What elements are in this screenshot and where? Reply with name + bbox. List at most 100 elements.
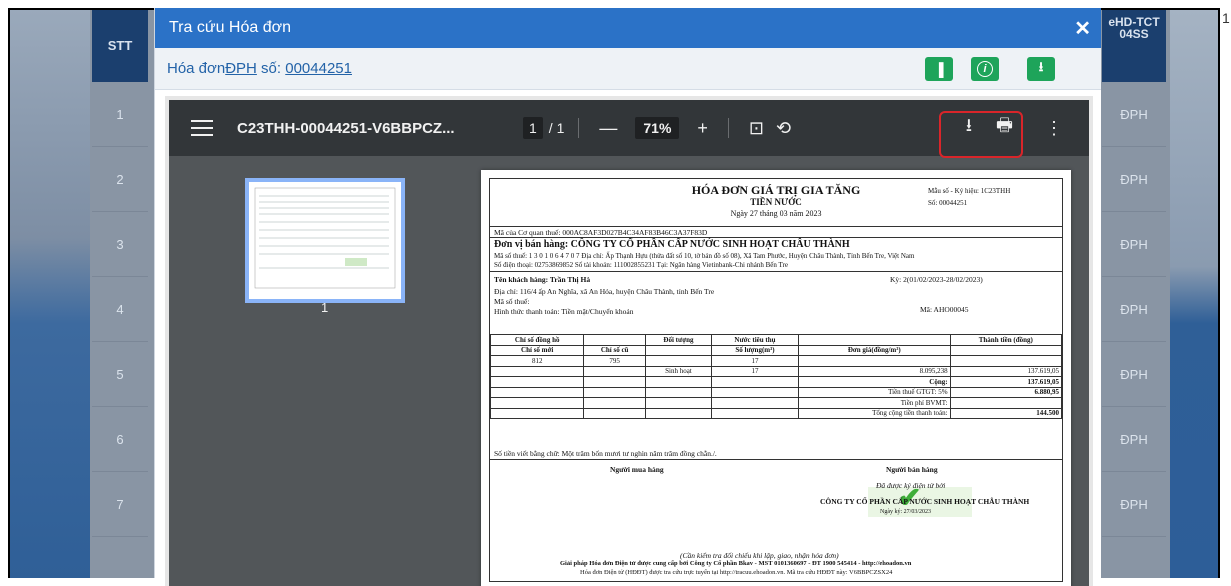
invoice-number-link[interactable]: 00044251 xyxy=(285,60,352,77)
signed-by: Đã được ký điện tử bởi xyxy=(876,481,946,490)
door-icon: ▐ xyxy=(934,61,944,77)
table-row-number: 3 xyxy=(92,212,148,277)
table-cell xyxy=(710,386,799,398)
divider xyxy=(490,459,1062,460)
toolbar-divider xyxy=(727,118,729,138)
footer-lookup: Hóa đơn Điện tử (HĐĐT) được tra cứu trực… xyxy=(580,569,893,576)
invoice-document: HÓA ĐƠN GIÁ TRỊ GIA TĂNG TIỀN NƯỚC Ngày … xyxy=(489,178,1063,582)
table-cell xyxy=(644,376,712,388)
bg-left-panel xyxy=(10,10,90,578)
subtitle-mid: số: xyxy=(256,60,286,77)
invoice-subtitle: TIỀN NƯỚC xyxy=(750,197,802,207)
buyer-tax: Mã số thuế: xyxy=(494,297,530,306)
buyer-address: Địa chỉ: 116/4 ấp An Nghĩa, xã An Hóa, h… xyxy=(494,287,715,296)
table-cell: Chỉ số mới xyxy=(489,344,585,356)
fit-page-icon[interactable]: ⊡ xyxy=(749,118,764,139)
table-cell: 812 xyxy=(489,355,585,367)
table-cell: Cộng: xyxy=(797,376,951,388)
invoice-form-code: Mẫu số - Ký hiệu: 1C23THH xyxy=(928,187,1011,195)
status-cell: ĐPH xyxy=(1102,277,1166,342)
table-cell: Thành tiền (đồng) xyxy=(949,334,1063,346)
table-cell xyxy=(583,397,646,409)
modal-header: Tra cứu Hóa đơn ✕ xyxy=(155,8,1101,48)
close-icon[interactable]: ✕ xyxy=(1074,16,1091,41)
divider xyxy=(490,237,1062,238)
signed-date: Ngày ký: 27/03/2023 xyxy=(880,509,931,515)
table-row: Tiền thuế GTGT: 5% 6.880,95 xyxy=(489,386,1063,398)
footer-note: (Cần kiểm tra đối chiếu khi lập, giao, n… xyxy=(680,551,839,560)
invoice-lookup-modal: Tra cứu Hóa đơn ✕ Hóa đơn ĐPH số: 000442… xyxy=(154,8,1101,586)
invoice-subtitle-bar: Hóa đơn ĐPH số: 00044251 ▐ i ⭳ xyxy=(155,48,1101,90)
table-cell: 17 xyxy=(710,355,799,367)
amount-in-words: Số tiền viết bằng chữ: Một trăm bốn mươi… xyxy=(494,449,717,458)
modal-title: Tra cứu Hóa đơn xyxy=(169,19,291,36)
exit-button[interactable]: ▐ xyxy=(925,57,953,81)
seller-name: Đơn vị bán hàng: CÔNG TY CỔ PHẦN CẤP NƯỚ… xyxy=(494,239,850,250)
buyer-signature-label: Người mua hàng xyxy=(610,465,664,474)
table-cell xyxy=(949,397,1063,409)
table-cell xyxy=(949,355,1063,367)
download-button[interactable]: ⭳ xyxy=(1027,57,1055,81)
table-cell: 6.880,95 xyxy=(949,386,1063,398)
pdf-viewer-frame: C23THH-00044251-V6BBPCZ... 1 / 1 — 71% +… xyxy=(165,96,1093,586)
table-cell xyxy=(797,355,951,367)
table-cell xyxy=(710,407,799,419)
table-cell xyxy=(583,376,646,388)
table-cell xyxy=(583,386,646,398)
footer-provider: Giải pháp Hóa đơn Điện tử được cung cấp … xyxy=(560,560,912,567)
zoom-out-icon[interactable]: — xyxy=(599,118,617,139)
more-options-icon[interactable]: ⋮ xyxy=(1045,118,1063,139)
table-cell xyxy=(644,355,712,367)
table-cell: 144.500 xyxy=(949,407,1063,419)
ehd-header: eHD-TCT 04SS xyxy=(1102,10,1166,82)
table-cell: Tiền thuế GTGT: 5% xyxy=(797,386,951,398)
divider xyxy=(490,271,1062,272)
table-cell xyxy=(489,365,585,377)
table-cell xyxy=(710,397,799,409)
table-row: Chỉ số mới Chỉ số cũ Số lượng(m³) Đơn giá(đ… xyxy=(489,344,1063,356)
payment-method: Hình thức thanh toán: Tiền mặt/Chuyển kh… xyxy=(494,307,634,316)
zoom-level[interactable]: 71% xyxy=(635,117,680,139)
table-row: Cộng: 137.619,05 xyxy=(489,376,1063,388)
invoice-type-link[interactable]: ĐPH xyxy=(225,60,257,77)
table-row-number: 2 xyxy=(92,147,148,212)
table-cell: Tổng cộng tiền thanh toán: xyxy=(797,407,951,419)
info-button[interactable]: i xyxy=(971,57,999,81)
bg-right-panel xyxy=(1170,10,1218,578)
corner-number: 1 xyxy=(1222,10,1230,26)
table-row-number: 7 xyxy=(92,472,148,537)
table-cell xyxy=(489,397,585,409)
table-row-number: 5 xyxy=(92,342,148,407)
thumbnail-page-number: 1 xyxy=(321,300,329,315)
table-cell xyxy=(644,397,712,409)
thumbnail-preview xyxy=(254,187,396,289)
table-cell xyxy=(644,407,712,419)
invoice-date: Ngày 27 tháng 03 năm 2023 xyxy=(730,209,822,218)
download-icon: ⭳ xyxy=(1038,59,1044,74)
pdf-file-name: C23THH-00044251-V6BBPCZ... xyxy=(237,119,455,137)
table-cell xyxy=(644,344,712,356)
status-cell: ĐPH xyxy=(1102,82,1166,147)
invoice-number: Số: 00044251 xyxy=(928,199,968,207)
table-cell: Chỉ số đồng hồ xyxy=(489,334,585,346)
table-cell xyxy=(583,365,646,377)
table-cell: 137.619,05 xyxy=(949,365,1063,377)
rotate-icon[interactable]: ⟲ xyxy=(776,118,791,139)
table-cell xyxy=(644,386,712,398)
table-cell: Số lượng(m³) xyxy=(710,344,799,356)
menu-icon[interactable] xyxy=(191,120,213,136)
page-thumbnail[interactable] xyxy=(245,178,405,303)
page-number-input[interactable]: 1 xyxy=(523,117,543,139)
pdf-viewer: C23THH-00044251-V6BBPCZ... 1 / 1 — 71% +… xyxy=(169,100,1089,586)
status-cell: ĐPH xyxy=(1102,472,1166,537)
stt-header: STT xyxy=(92,10,148,82)
status-cell: ĐPH xyxy=(1102,147,1166,212)
table-cell xyxy=(489,376,585,388)
seller-signature-label: Người bán hàng xyxy=(886,465,938,474)
invoice-table: Chỉ số đồng hồ Đối tượng Nước tiêu thụ Thàn… xyxy=(489,334,1063,419)
table-cell: 137.619,05 xyxy=(949,376,1063,388)
info-icon: i xyxy=(977,61,993,77)
table-cell: Chỉ số cũ xyxy=(583,344,646,356)
zoom-in-icon[interactable]: + xyxy=(697,118,708,139)
table-cell xyxy=(489,386,585,398)
